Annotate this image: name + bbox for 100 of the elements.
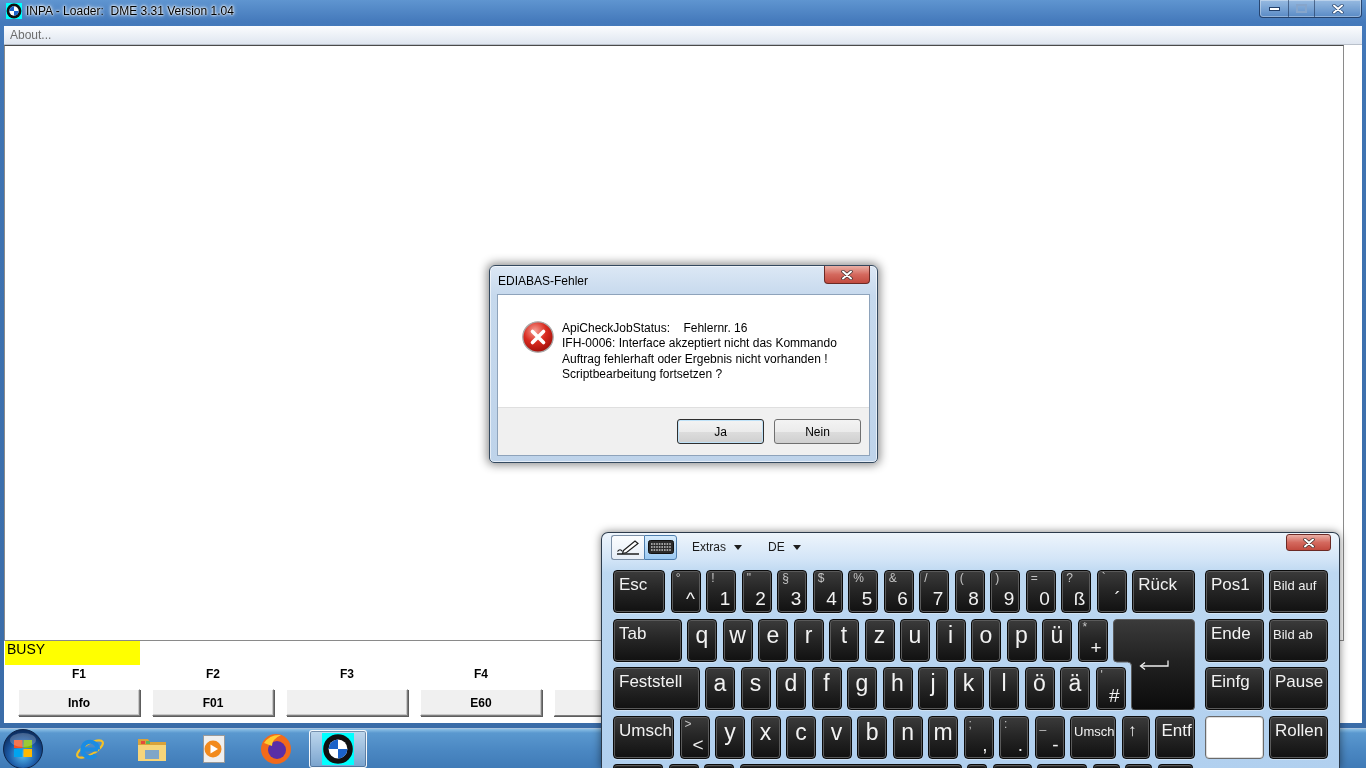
keyboard-key[interactable] [1037,764,1087,768]
keyboard-key[interactable]: & 6 [883,570,914,613]
keyboard-key[interactable] [613,764,663,768]
keyboard-key[interactable]: q [687,618,717,662]
function-button[interactable]: Info [18,689,140,716]
keyboard-key[interactable]: ? ß [1061,570,1092,613]
keyboard-key[interactable] [1092,764,1120,768]
keyboard-key[interactable]: Ende [1205,618,1264,662]
keyboard-key[interactable]: Einfg [1205,667,1264,710]
caret-icon [734,544,742,550]
keyboard-key[interactable]: _ - [1034,715,1065,759]
keyboard-key[interactable]: l [989,667,1019,710]
keyboard-key[interactable]: f [811,667,842,710]
keyboard-key[interactable]: k [953,667,984,710]
keyboard-key[interactable]: t [829,618,859,662]
keyboard-key[interactable]: b [857,715,888,759]
keyboard-key[interactable]: Bild ab [1269,618,1328,662]
keyboard-key[interactable]: Entf [1155,715,1195,759]
keyboard-key[interactable] [967,764,987,768]
keyboard-key[interactable]: > < [679,715,710,759]
keyboard-key[interactable]: § 3 [777,570,808,613]
keyboard-key[interactable]: Rollen [1269,715,1328,759]
keyboard-key[interactable]: " 2 [741,570,772,613]
globe-icon [260,733,292,765]
keyboard-key[interactable]: ' # [1095,667,1126,710]
pen-mode-button[interactable] [611,534,644,560]
keyboard-key[interactable]: n [892,715,923,759]
keyboard-key[interactable]: e [758,618,788,662]
keyboard-key[interactable]: ö [1024,667,1055,710]
keyboard-key[interactable]: a [705,667,735,710]
keyboard-key[interactable]: m [928,715,959,759]
keyboard-key[interactable]: s [740,667,771,710]
panel-menu-button[interactable]: DE [768,540,801,554]
start-button[interactable] [3,729,43,768]
keyboard-key[interactable]: ) 9 [990,570,1021,613]
keyboard-key[interactable]: Umsch [613,715,675,759]
keyboard-key[interactable]: $ 4 [812,570,843,613]
keyboard-key[interactable]: c [786,715,817,759]
keyboard-key[interactable] [668,764,699,768]
keyboard-key[interactable]: r [793,618,824,662]
keyboard-key[interactable]: h [882,667,913,710]
keyboard-key[interactable]: = 0 [1025,570,1056,613]
keyboard-key[interactable]: j [918,667,948,710]
close-button[interactable] [1286,534,1331,551]
dialog-title: EDIABAS-Fehler [498,274,589,288]
keyboard-key[interactable] [992,764,1032,768]
keyboard-key[interactable]: % 5 [848,570,879,613]
keyboard-key[interactable]: w [722,618,753,662]
keyboard-key[interactable] [1125,764,1152,768]
keyboard-key[interactable]: ü [1042,618,1072,662]
keyboard-key[interactable] [1157,764,1193,768]
maximize-icon [1296,4,1307,13]
keyboard-key[interactable]: ; , [963,715,994,759]
keyboard-key[interactable]: x [750,715,781,759]
keyboard-key[interactable]: Rück [1132,570,1195,613]
keyboard-key[interactable]: ( 8 [954,570,985,613]
keyboard-key[interactable]: p [1006,618,1037,662]
keyboard-key[interactable]: ↑ [1121,715,1150,759]
minimize-button[interactable] [1260,0,1288,17]
keyboard-key[interactable]: Pause [1269,667,1328,710]
keyboard-key[interactable]: ! 1 [706,570,737,613]
keyboard-key[interactable]: : . [999,715,1030,759]
keyboard-key[interactable] [704,764,734,768]
dialog-button[interactable]: Nein [774,419,861,444]
keyboard-key[interactable]: * + [1077,618,1108,662]
keyboard-key[interactable]: Tab [613,618,682,662]
keyboard-key[interactable]: ° ^ [670,570,701,613]
keyboard-key[interactable] [1205,715,1264,759]
keyboard-key[interactable]: v [821,715,852,759]
panel-menu-button[interactable]: Extras [692,540,742,554]
function-key-label: F1 [72,666,86,683]
close-icon [1302,537,1315,548]
function-button[interactable]: E60 [420,689,542,716]
function-button[interactable] [286,689,408,716]
keyboard-key[interactable]: / 7 [919,570,950,613]
keyboard-key[interactable]: z [864,618,895,662]
keyboard-key[interactable]: Pos1 [1205,570,1264,613]
keyboard-key[interactable]: d [776,667,806,710]
keyboard-key[interactable]: Bild auf [1269,570,1328,613]
close-button[interactable] [1314,0,1361,17]
keyboard-icon [647,540,674,554]
function-button[interactable]: F01 [152,689,274,716]
keyboard-key[interactable]: ä [1060,667,1090,710]
minimize-icon [1268,6,1280,11]
error-message: ApiCheckJobStatus: Fehlernr. 16 IFH-0006: Interface akzeptiert nicht das Kommando Auftrag fehlerhaft oder Ergebnis nicht vorhanden ! Scriptbearbeitung fortsetzen ? [562,321,837,383]
keyboard-key[interactable]: y [715,715,746,759]
keyboard-key[interactable]: ` ´ [1096,570,1127,613]
keyboard-key[interactable]: u [900,618,930,662]
keyboard-key[interactable]: o [971,618,1001,662]
dialog-button[interactable]: Ja [677,419,764,444]
keyboard-mode-button[interactable] [644,534,677,560]
keyboard-key[interactable]: g [847,667,877,710]
keyboard-key[interactable]: Feststell [613,667,700,710]
keyboard-key[interactable]: i [935,618,966,662]
keyboard-key[interactable]: Umsch [1070,715,1117,759]
return-arrow-icon [1139,659,1169,670]
function-button[interactable] [554,689,601,716]
taskbar-button[interactable] [309,730,367,768]
keyboard-key[interactable]: Esc [613,570,666,613]
close-button[interactable] [824,266,870,284]
